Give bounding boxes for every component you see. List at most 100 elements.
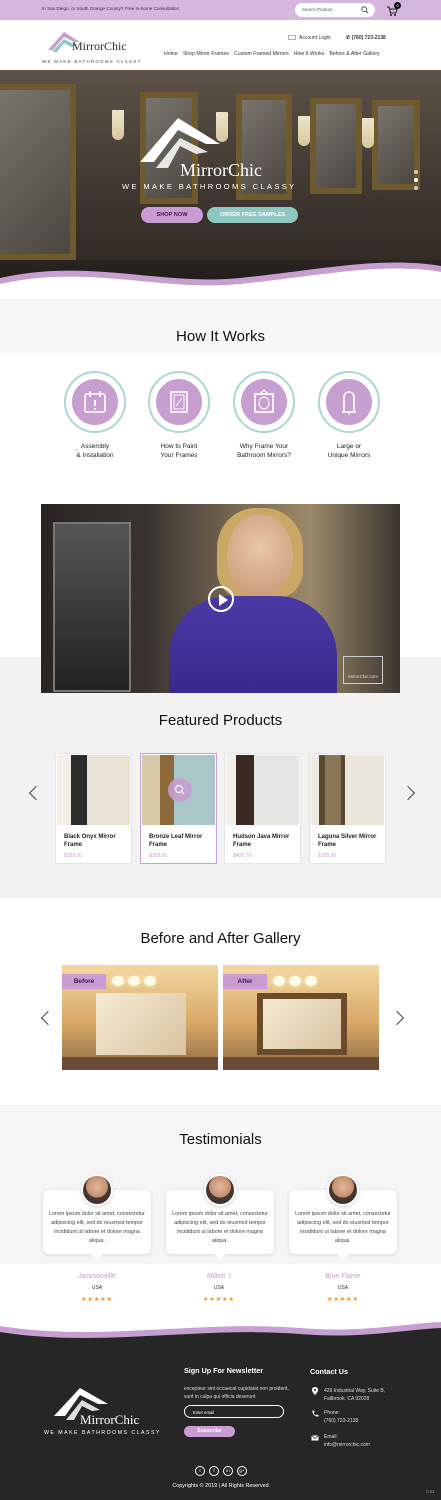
gallery-next-arrow-icon[interactable]	[389, 1010, 405, 1026]
phone-label: Phone:	[324, 1410, 340, 1416]
hero-sconce	[362, 118, 374, 148]
gallery-prev-arrow-icon[interactable]	[40, 1010, 56, 1026]
star-rating: ★★★★★	[327, 1297, 359, 1303]
account-login-link[interactable]: Account Login	[288, 35, 331, 41]
copyright: Copyrights © 2019 | All Rights Reserved	[172, 1483, 269, 1489]
hiw-label-line1: Assembly	[80, 443, 110, 450]
nav-before-after-gallery[interactable]: Before & After Gallery	[329, 51, 379, 57]
account-icon	[288, 35, 296, 41]
frame-icon	[170, 391, 188, 413]
zoom-icon[interactable]	[168, 778, 192, 802]
email-placeholder: Enter email	[193, 1409, 215, 1415]
hero-mirror-frame	[372, 100, 420, 190]
avatar	[204, 1174, 236, 1206]
logo-name[interactable]: MirrorChic	[72, 39, 127, 54]
product-card[interactable]: Hudson Java Mirror Frame $409.70	[224, 753, 301, 864]
nav-home[interactable]: Home	[164, 51, 178, 57]
top-bar: In San Diego, or South Orange County? Fr…	[0, 0, 441, 20]
testimonial-location: USA	[337, 1285, 349, 1291]
search-placeholder: Search Product	[302, 7, 333, 12]
subscribe-button[interactable]: Subscribe	[184, 1426, 235, 1437]
vanity-counter	[62, 1057, 218, 1070]
product-name[interactable]: Black Onyx Mirror Frame	[64, 834, 130, 849]
contact-address: 429 Industrial Way, Suite B, Fallbrook, C…	[324, 1387, 385, 1403]
testimonial-location: USA	[213, 1285, 225, 1291]
footer-logo[interactable]: MirrorChic WE MAKE BATHROOMS CLASSY	[44, 1382, 164, 1442]
star-rating: ★★★★★	[203, 1297, 235, 1303]
gallery-after-image[interactable]: After	[223, 965, 379, 1070]
star-rating: ★★★★★	[81, 1297, 113, 1303]
bulb	[112, 976, 124, 986]
twitter-icon[interactable]: t	[195, 1466, 205, 1476]
hiw-item-why-frame[interactable]: Why Frame Your Bathroom Mirrors?	[219, 371, 309, 460]
vanity-lights	[112, 973, 172, 986]
footer-wave	[0, 1322, 441, 1350]
avatar	[327, 1174, 359, 1206]
product-name[interactable]: Laguna Silver Mirror Frame	[318, 834, 384, 849]
featured-products-title: Featured Products	[158, 712, 283, 729]
gallery-before-image[interactable]: Before	[62, 965, 218, 1070]
product-name[interactable]: Bronze Leaf Mirror Frame	[149, 834, 215, 849]
product-card[interactable]: Bronze Leaf Mirror Frame $399.00	[140, 753, 217, 864]
gallery-title: Before and After Gallery	[140, 930, 301, 947]
product-price: $105.30	[318, 853, 337, 859]
main-nav: Home Shop Mirror Frames Custom Framed Mi…	[164, 51, 380, 57]
google-plus-icon[interactable]: g+	[237, 1466, 247, 1476]
slider-dot[interactable]	[414, 170, 418, 174]
header-phone[interactable]: ✆ (760) 723-2138	[346, 35, 386, 41]
before-mirror	[96, 993, 186, 1055]
linkedin-icon[interactable]: in	[223, 1466, 233, 1476]
email-icon	[311, 1435, 319, 1441]
hero-sconce	[112, 110, 124, 140]
email-address: info@mirrorchic.com	[324, 1442, 370, 1448]
phone-number: (760) 723-2138	[324, 1418, 359, 1424]
address-line2: Fallbrook, CA 92028	[324, 1396, 370, 1402]
order-free-samples-button[interactable]: ORDER FREE SAMPLES	[207, 207, 298, 223]
hiw-circle	[233, 371, 295, 433]
facebook-icon[interactable]: f	[209, 1466, 219, 1476]
search-input[interactable]: Search Product	[295, 3, 375, 17]
vanity-lights	[273, 973, 333, 986]
play-icon[interactable]	[208, 586, 234, 612]
hiw-circle	[148, 371, 210, 433]
footer-logo-name: MirrorChic	[80, 1412, 140, 1427]
hero-logo-name: MirrorChic	[180, 160, 262, 180]
nav-custom-framed-mirrors[interactable]: Custom Framed Mirrors	[234, 51, 289, 57]
footer-logo-tagline: WE MAKE BATHROOMS CLASSY	[44, 1430, 161, 1436]
after-tag: After	[223, 974, 267, 989]
hiw-item-large-mirrors[interactable]: Large or Unique Mirrors	[304, 371, 394, 460]
hiw-label-line2: Unique Mirrors	[327, 452, 371, 459]
product-image	[311, 755, 384, 825]
product-image	[57, 755, 130, 825]
avatar	[81, 1174, 113, 1206]
standing-mirror-icon	[342, 391, 356, 415]
product-card[interactable]: Black Onyx Mirror Frame $399.00	[55, 753, 132, 864]
product-name[interactable]: Hudson Java Mirror Frame	[233, 834, 299, 849]
search-icon[interactable]	[361, 6, 369, 14]
video-person-body	[169, 596, 337, 693]
contact-email[interactable]: Email: info@mirrorchic.com	[324, 1433, 370, 1449]
nav-shop-mirror-frames[interactable]: Shop Mirror Frames	[183, 51, 229, 57]
hiw-item-assembly[interactable]: Assembly & Installation	[50, 371, 140, 460]
phone-icon	[312, 1410, 319, 1417]
slider-dot[interactable]	[414, 178, 418, 182]
newsletter-text: excepteur sint occaecat cupidatat non pr…	[184, 1386, 289, 1400]
hero-tagline: WE MAKE BATHROOMS CLASSY	[122, 182, 297, 191]
shop-now-button[interactable]: SHOP NOW	[141, 207, 203, 223]
hiw-label-line1: Large or	[336, 443, 362, 450]
slider-dot[interactable]	[414, 186, 418, 190]
newsletter-email-input[interactable]: Enter email	[184, 1405, 284, 1418]
cart-button[interactable]: 0	[386, 2, 401, 16]
site-header: MirrorChic WE MAKE BATHROOMS CLASSY Acco…	[0, 20, 441, 70]
nav-how-it-works[interactable]: How It Works	[294, 51, 325, 57]
product-card[interactable]: Laguna Silver Mirror Frame $105.30	[309, 753, 386, 864]
contact-phone[interactable]: Phone: (760) 723-2138	[324, 1409, 358, 1425]
promo-text: In San Diego, or South Orange County? Fr…	[42, 6, 180, 11]
hiw-item-paint[interactable]: How to Paint Your Frames	[134, 371, 224, 460]
email-label: Email:	[324, 1434, 338, 1440]
intro-video[interactable]: MirrorChic.com	[41, 504, 400, 693]
hero-mirror-frame	[0, 84, 76, 260]
testimonial-text: Lorem ipsum dolor sit amet, consectetur …	[49, 1211, 145, 1244]
location-pin-icon	[312, 1387, 318, 1395]
product-price: $399.00	[64, 853, 83, 859]
